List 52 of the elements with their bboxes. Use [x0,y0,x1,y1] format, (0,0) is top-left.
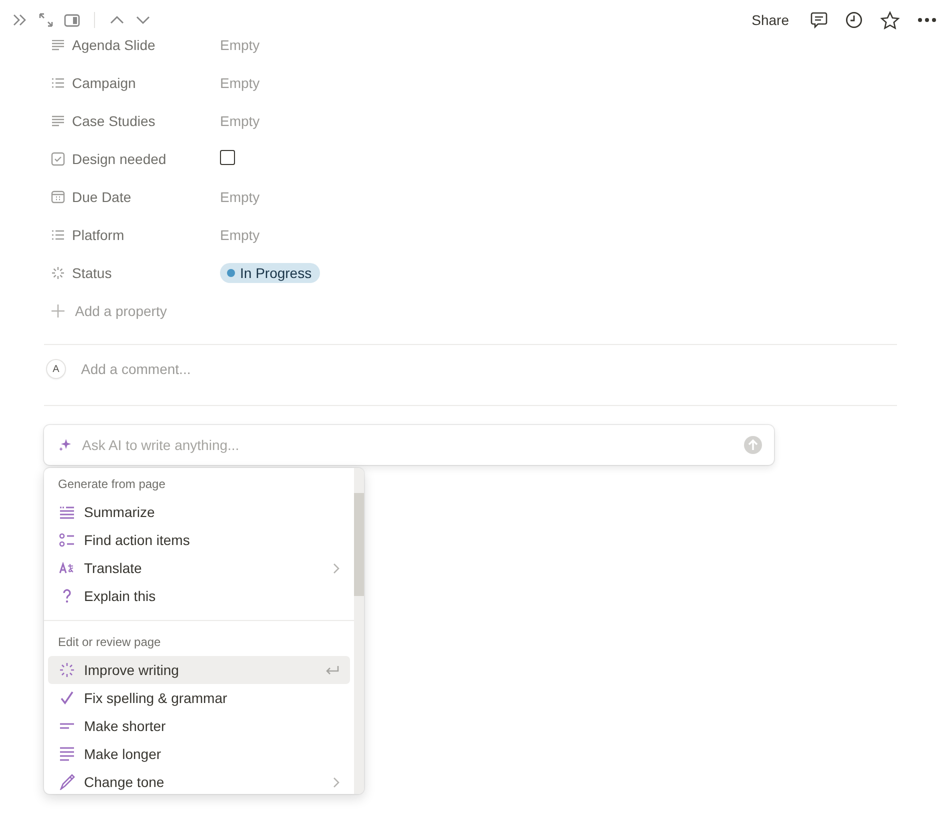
menu-item[interactable]: Fix spelling & grammar [48,684,350,712]
plus-icon[interactable] [51,304,65,318]
ai-prompt-field[interactable]: Ask AI to write anything... [80,436,736,454]
chevron-down-icon[interactable] [135,15,151,25]
menu-item[interactable]: Make shorter [48,712,350,740]
menu-item[interactable]: Summarize [48,498,350,526]
expand-icon[interactable] [38,12,54,28]
text-lines-icon [51,38,65,52]
menu-item[interactable]: Make longer [48,740,350,768]
menu-item[interactable]: Improve writing [48,656,350,684]
long-lines-icon [59,747,75,761]
clock-icon[interactable] [845,11,863,29]
summarize-icon [59,505,75,519]
translate-icon [59,562,75,574]
property-name: Platform [72,227,124,243]
property-name: Campaign [72,75,136,91]
more-icon[interactable] [917,17,937,23]
enter-key-icon [325,664,340,676]
checkmark-icon [60,691,74,705]
property-name: Agenda Slide [72,37,156,53]
sparkle-icon [59,662,75,678]
pen-icon [59,774,75,790]
menu-heading: Generate from page [57,476,166,493]
list-icon [51,76,65,90]
calendar-icon [51,190,65,204]
comment-icon[interactable] [810,11,828,29]
checklist-icon [59,533,75,547]
chevron-up-icon[interactable] [109,15,125,25]
star-icon[interactable] [880,10,900,30]
text-lines-icon [51,114,65,128]
menu-heading: Edit or review page [57,634,162,651]
list-icon [51,228,65,242]
collapse-icon[interactable] [12,13,28,27]
sparkle-icon [58,438,72,452]
menu-item[interactable]: Find action items [48,526,350,554]
comment-field[interactable]: Add a comment... [79,360,897,378]
panel-icon[interactable] [64,14,80,26]
scrollbar-thumb[interactable] [354,493,364,596]
checkbox[interactable] [220,150,235,165]
property-name: Design needed [72,151,166,167]
checkbox-icon [51,152,65,166]
share-button[interactable]: Share [748,10,793,30]
short-lines-icon [59,722,75,730]
menu-item[interactable]: Change tone [48,768,350,794]
property-name: Case Studies [72,113,156,129]
status-tag[interactable]: In Progress [220,263,320,283]
menu-item[interactable]: Translate [48,554,350,582]
question-icon [62,589,72,603]
menu-item[interactable]: Explain this [48,582,350,610]
property-name: Due Date [72,189,132,205]
status-icon [51,266,65,280]
property-name: Status [72,265,112,281]
